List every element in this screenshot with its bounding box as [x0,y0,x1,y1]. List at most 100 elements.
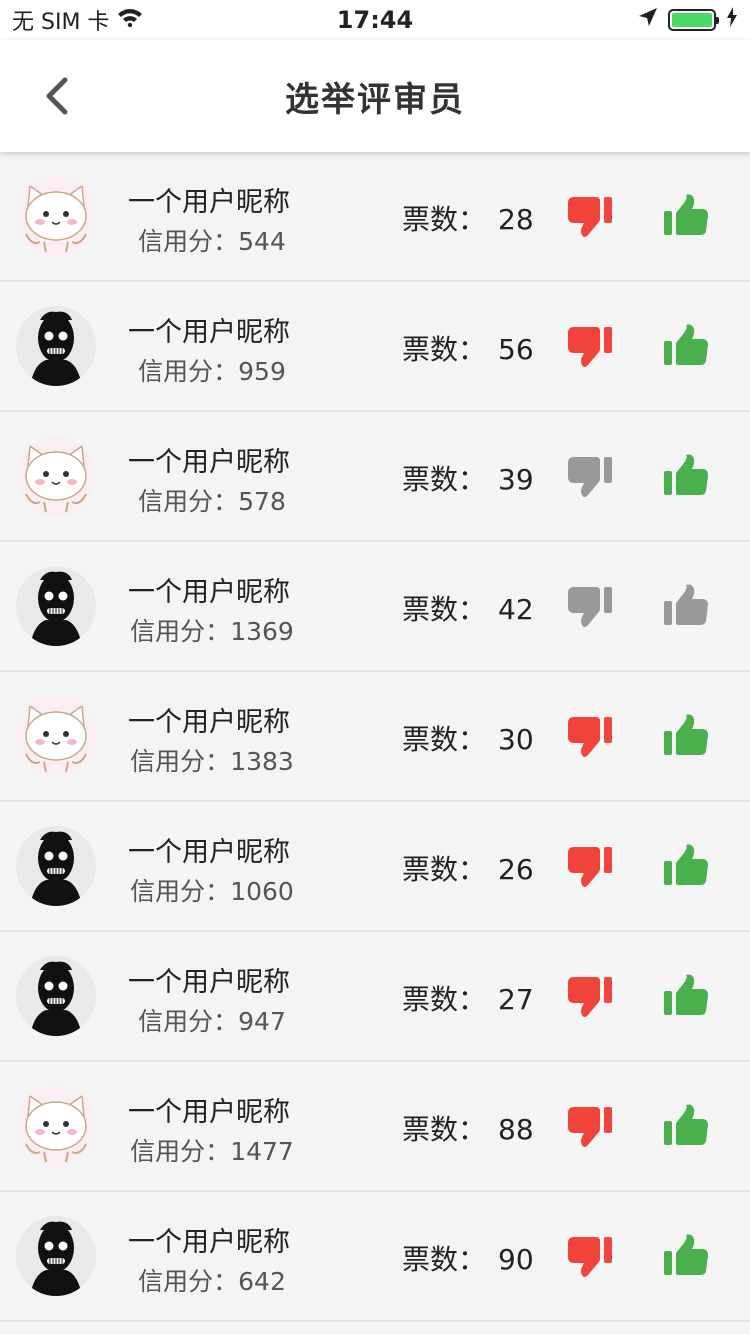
reviewer-row: 一个用户昵称 信用分：959 票数： 56 [0,282,750,412]
votes-label: 票数： [402,463,487,496]
thumbs-up-icon[interactable] [662,1233,710,1277]
credit-label: 信用分： [130,617,231,646]
votes-label: 票数： [402,983,487,1016]
votes-value: 26 [498,853,534,886]
vote-count: 票数： 30 [402,718,534,758]
votes-value: 30 [498,723,534,756]
thumbs-down-icon[interactable] [566,1105,614,1149]
votes-label: 票数： [402,1243,487,1276]
reviewer-row: 一个用户昵称 信用分：1383 票数： 30 [0,672,750,802]
thumbs-up-icon[interactable] [662,843,710,887]
thumbs-down-icon[interactable] [566,325,614,369]
reviewer-row: 一个用户昵称信用分：642 票数： 90 [0,1192,750,1322]
thumbs-up-icon[interactable] [662,973,710,1017]
vote-count: 票数： 28 [402,198,534,238]
thumbs-down-icon[interactable] [566,195,614,239]
credit-value: 544 [238,227,286,256]
thumbs-up-icon[interactable] [662,1103,710,1147]
reviewer-row: 一个用户昵称信用分：578 票数： 39 [0,412,750,542]
votes-value: 39 [498,463,534,496]
page-title: 选举评审员 [285,79,465,120]
vote-count: 票数： 26 [402,848,534,888]
status-left: 无 SIM 卡 [12,4,143,36]
reviewer-row: 一个用户昵称 信用分：1060 票数： 26 [0,802,750,932]
status-bar: 无 SIM 卡 17:44 [0,0,750,40]
reviewer-row: 一个用户昵称 信用分：1369 票数： 42 [0,542,750,672]
user-nickname: 一个用户昵称 [128,187,290,218]
credit-score: 信用分：544 [128,222,296,258]
credit-score: 信用分：959 [128,352,296,388]
thumbs-down-icon[interactable] [566,585,614,629]
thumbs-down-icon[interactable] [566,715,614,759]
credit-score: 信用分：1060 [128,872,296,908]
user-nickname: 一个用户昵称 [128,447,290,478]
votes-value: 88 [498,1113,534,1146]
votes-value: 28 [498,203,534,236]
wifi-icon [117,7,143,33]
user-nickname: 一个用户昵称 [128,1227,290,1258]
votes-label: 票数： [402,853,487,886]
credit-score: 信用分：1383 [128,742,296,778]
credit-value: 947 [238,1007,286,1036]
status-right [638,7,738,33]
credit-label: 信用分： [130,1137,231,1166]
avatar [16,1086,96,1166]
credit-value: 1369 [230,617,294,646]
credit-value: 1383 [230,747,294,776]
votes-label: 票数： [402,593,487,626]
location-arrow-icon [638,7,658,33]
thumbs-up-icon[interactable] [662,713,710,757]
avatar [16,566,96,646]
user-nickname: 一个用户昵称 [128,967,290,998]
reviewer-row: 一个用户昵称 信用分：1477 票数： 88 [0,1062,750,1192]
thumbs-up-icon[interactable] [662,323,710,367]
thumbs-up-icon[interactable] [662,453,710,497]
credit-score: 信用分：578 [128,482,296,518]
credit-value: 959 [238,357,286,386]
votes-label: 票数： [402,723,487,756]
credit-value: 578 [238,487,286,516]
credit-label: 信用分： [130,877,231,906]
vote-count: 票数： 88 [402,1108,534,1148]
chevron-left-icon [46,77,68,115]
credit-score: 信用分：1477 [128,1132,296,1168]
credit-value: 642 [238,1267,286,1296]
thumbs-up-icon[interactable] [662,193,710,237]
thumbs-up-icon[interactable] [662,583,710,627]
avatar [16,696,96,776]
credit-value: 1060 [230,877,294,906]
avatar [16,436,96,516]
back-button[interactable] [30,70,82,122]
credit-label: 信用分： [138,1007,239,1036]
votes-label: 票数： [402,1113,487,1146]
credit-label: 信用分： [130,747,231,776]
credit-score: 信用分：1369 [128,612,296,648]
votes-value: 90 [498,1243,534,1276]
reviewer-row: 一个用户昵称信用分：544 票数： 28 [0,152,750,282]
votes-value: 56 [498,333,534,366]
nav-bar: 选举评审员 [0,40,750,152]
credit-value: 1477 [230,1137,294,1166]
credit-label: 信用分： [138,1267,239,1296]
thumbs-down-icon[interactable] [566,1235,614,1279]
votes-label: 票数： [402,203,487,236]
user-nickname: 一个用户昵称 [128,837,290,868]
carrier-label: 无 SIM 卡 [12,10,110,35]
vote-count: 票数： 39 [402,458,534,498]
user-nickname: 一个用户昵称 [128,707,290,738]
reviewer-row: 一个用户昵称信用分：947 票数： 27 [0,932,750,1062]
thumbs-down-icon[interactable] [566,975,614,1019]
reviewer-list: 一个用户昵称 信用分：544 票数： 28 一个用户昵称 信用分：959 票数： 56 一个用户… [0,152,750,1322]
vote-count: 票数： 27 [402,978,534,1018]
thumbs-down-icon[interactable] [566,845,614,889]
avatar [16,956,96,1036]
credit-score: 信用分：947 [128,1002,296,1038]
vote-count: 票数： 42 [402,588,534,628]
thumbs-down-icon[interactable] [566,455,614,499]
vote-count: 票数： 90 [402,1238,534,1278]
votes-value: 42 [498,593,534,626]
battery-fill [672,13,712,27]
user-nickname: 一个用户昵称 [128,317,290,348]
votes-value: 27 [498,983,534,1016]
avatar [16,1216,96,1296]
